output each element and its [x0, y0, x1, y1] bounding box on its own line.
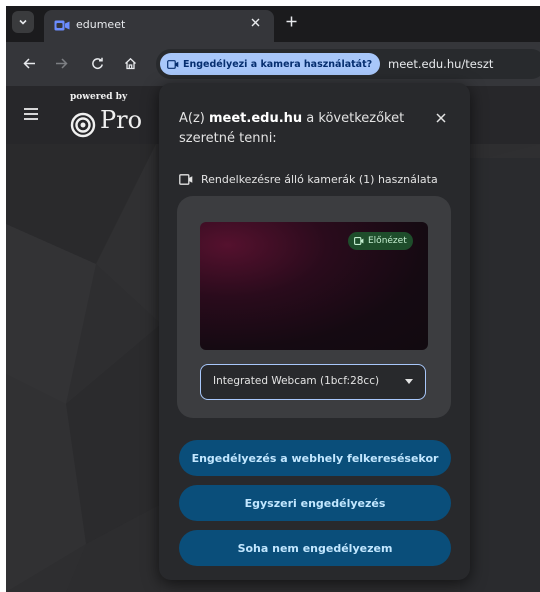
- logo-text: Pro: [100, 106, 143, 134]
- never-allow-button[interactable]: Soha nem engedélyezem: [179, 530, 451, 566]
- title-site: meet.edu.hu: [209, 111, 303, 126]
- permission-chip-label: Engedélyezi a kamera használatát?: [183, 58, 373, 70]
- permission-row: Rendelkezésre álló kamerák (1) használat…: [179, 173, 438, 186]
- menu-icon[interactable]: [24, 108, 38, 120]
- video-camera-icon: [167, 59, 179, 69]
- camera-preview: Előnézet: [200, 222, 428, 350]
- url-text[interactable]: meet.edu.hu/teszt: [388, 57, 493, 71]
- logo-icon: [70, 112, 96, 138]
- camera-permission-dialog: A(z) meet.edu.hu a következőket szeretné…: [159, 83, 470, 580]
- forward-button[interactable]: [50, 52, 72, 74]
- camera-select[interactable]: Integrated Webcam (1bcf:28cc): [200, 364, 426, 400]
- reload-button[interactable]: [86, 52, 108, 74]
- close-icon: [251, 18, 259, 27]
- video-camera-icon: [54, 20, 70, 31]
- allow-once-button[interactable]: Egyszeri engedélyezés: [179, 485, 451, 521]
- tab-edumeet[interactable]: edumeet: [44, 10, 274, 42]
- arrow-right-icon: [55, 57, 68, 69]
- plus-icon: [286, 16, 296, 27]
- chevron-down-icon: [19, 19, 27, 25]
- camera-permission-chip[interactable]: Engedélyezi a kamera használatát?: [160, 53, 381, 75]
- tab-title: edumeet: [76, 18, 126, 31]
- camera-preview-card: Előnézet Integrated Webcam (1bcf:28cc): [177, 196, 451, 418]
- arrow-left-icon: [22, 57, 35, 69]
- allow-while-visiting-button[interactable]: Engedélyezés a webhely felkeresésekor: [179, 440, 451, 476]
- home-button[interactable]: [119, 52, 141, 74]
- browser-window: edumeet Engedélyezi a kamera használatát…: [6, 6, 540, 592]
- dialog-close-button[interactable]: [431, 108, 451, 128]
- title-prefix: A(z): [179, 111, 209, 126]
- permission-label: Rendelkezésre álló kamerák (1) használat…: [201, 173, 438, 186]
- video-camera-icon: [179, 174, 193, 185]
- browser-toolbar: Engedélyezi a kamera használatát? meet.e…: [6, 42, 540, 86]
- dialog-title: A(z) meet.edu.hu a következőket szeretné…: [179, 109, 429, 149]
- preview-badge-label: Előnézet: [368, 236, 407, 246]
- side-panel: [460, 158, 540, 592]
- camera-select-value: Integrated Webcam (1bcf:28cc): [213, 375, 380, 387]
- powered-by-label: powered by: [70, 92, 128, 102]
- tab-close-button[interactable]: [247, 16, 263, 32]
- reload-icon: [91, 57, 103, 69]
- preview-badge: Előnézet: [348, 232, 413, 250]
- address-bar[interactable]: Engedélyezi a kamera használatát? meet.e…: [156, 49, 540, 79]
- close-icon: [436, 113, 446, 123]
- new-tab-button[interactable]: [281, 12, 301, 32]
- video-camera-icon: [354, 237, 364, 245]
- tab-strip: edumeet: [6, 6, 540, 42]
- tab-search-button[interactable]: [12, 11, 34, 33]
- caret-down-icon: [405, 379, 413, 384]
- back-button[interactable]: [18, 52, 40, 74]
- home-icon: [124, 57, 136, 69]
